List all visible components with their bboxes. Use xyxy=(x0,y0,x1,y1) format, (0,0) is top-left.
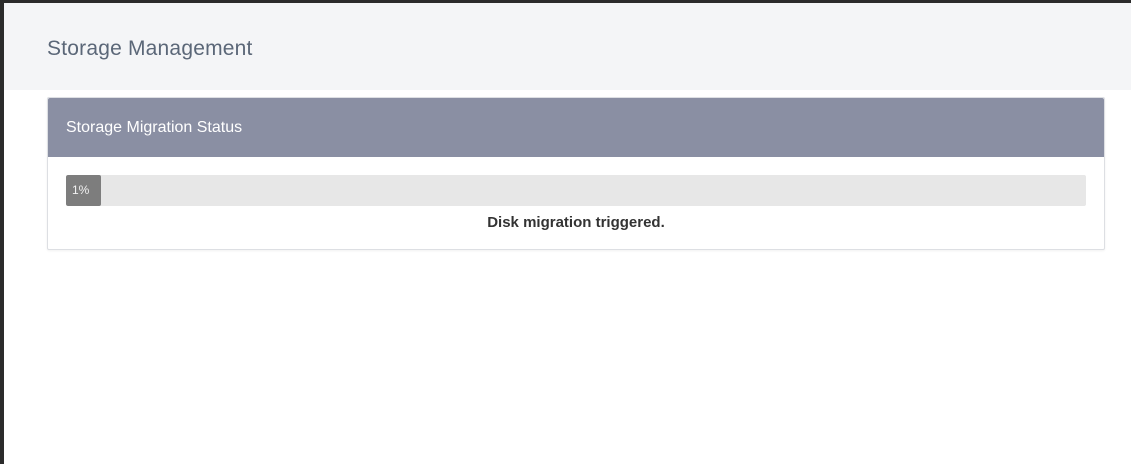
storage-migration-panel: Storage Migration Status 1% Disk migrati… xyxy=(47,97,1105,250)
migration-progress-bar: 1% xyxy=(66,175,1086,206)
progress-bar-fill: 1% xyxy=(66,175,101,206)
migration-status-message: Disk migration triggered. xyxy=(487,214,665,231)
panel-title: Storage Migration Status xyxy=(66,119,243,136)
page-header: Storage Management xyxy=(4,3,1131,90)
progress-percent-label: 1% xyxy=(72,183,90,197)
panel-heading: Storage Migration Status xyxy=(48,98,1104,157)
app-window: Storage Management Storage Migration Sta… xyxy=(0,0,1131,464)
page-title: Storage Management xyxy=(47,37,253,60)
